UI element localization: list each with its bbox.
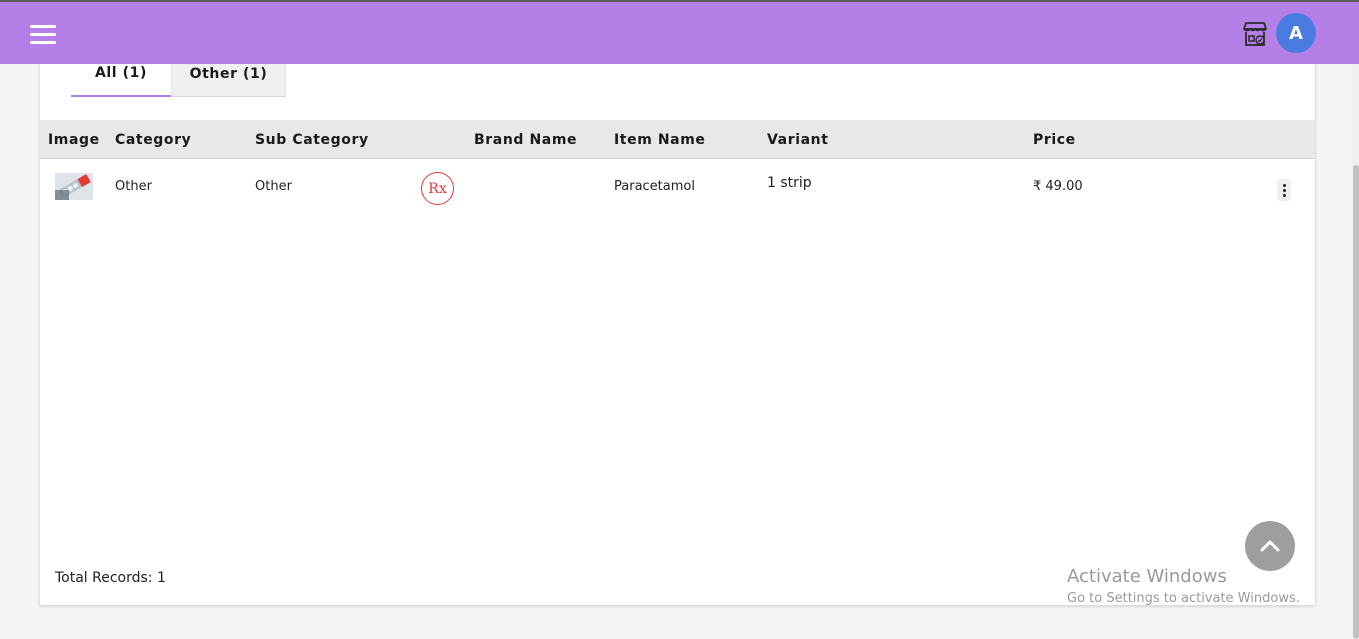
- cell-sub-category: Other: [255, 179, 292, 194]
- rx-prescription-icon: Rx: [421, 172, 454, 205]
- chevron-up-icon: [1260, 540, 1280, 552]
- cell-variant: 1 strip: [767, 175, 812, 191]
- cell-price: ₹ 49.00: [1033, 179, 1083, 194]
- hamburger-icon[interactable]: [30, 25, 56, 45]
- more-options-icon[interactable]: [1277, 179, 1291, 201]
- column-header-item-name[interactable]: Item Name: [614, 120, 706, 159]
- cell-item-name: Paracetamol: [614, 179, 695, 194]
- product-thumbnail[interactable]: [55, 173, 93, 200]
- table-header: Image Category Sub Category Brand Name I…: [40, 120, 1315, 159]
- product-list-card: All (1) Other (1) Image Category Sub Cat…: [40, 50, 1315, 605]
- column-header-category[interactable]: Category: [115, 120, 191, 159]
- total-records: Total Records: 1: [55, 570, 166, 586]
- store-icon[interactable]: [1241, 20, 1269, 48]
- column-header-variant[interactable]: Variant: [767, 120, 829, 159]
- top-bar: A: [0, 0, 1359, 64]
- column-header-price[interactable]: Price: [1033, 120, 1076, 159]
- column-header-image[interactable]: Image: [48, 120, 100, 159]
- column-header-sub-category[interactable]: Sub Category: [255, 120, 369, 159]
- scroll-to-top-button[interactable]: [1245, 521, 1295, 571]
- rx-badge-label: Rx: [428, 180, 447, 197]
- avatar[interactable]: A: [1276, 13, 1316, 53]
- cell-category: Other: [115, 179, 152, 194]
- page-scrollbar-thumb[interactable]: [1353, 165, 1359, 639]
- windows-activation-watermark: Activate Windows Go to Settings to activ…: [1067, 566, 1300, 606]
- column-header-brand-name[interactable]: Brand Name: [474, 120, 577, 159]
- watermark-subtitle: Go to Settings to activate Windows.: [1067, 591, 1300, 606]
- table-row[interactable]: Other Other Rx Paracetamol 1 strip ₹ 49.…: [40, 159, 1315, 217]
